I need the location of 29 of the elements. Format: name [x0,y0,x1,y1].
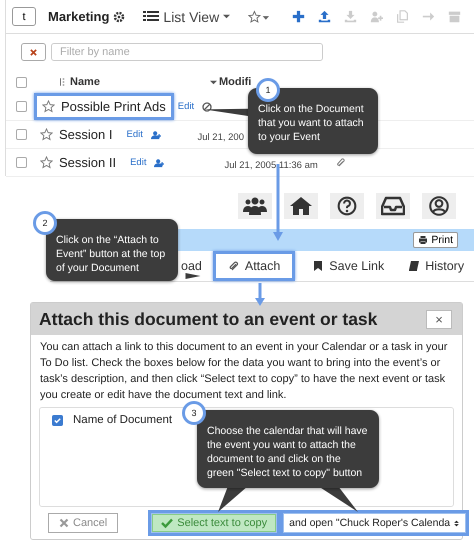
filter-field[interactable]: Filter by name [51,43,323,61]
dialog-description: You can attach a link to this document to an event in your Calendar or a task in your To Do list. Check the boxes below for the data you want to bring into the event’s or task’s description, and then click “Select text to copy” to have the next event or task you create or edit have the document text and link. [40,340,448,403]
step-number: 2 [33,211,57,235]
folder-button[interactable]: t [12,7,36,26]
print-button[interactable]: Print [413,232,458,248]
edit-link[interactable]: Edit [130,157,146,168]
column-header[interactable]: Modifi [218,76,252,88]
document-tab[interactable]: History [401,251,472,281]
document-name-box[interactable]: Possible Print Ads [34,93,174,120]
dialog-title: Attach this document to an event or task [39,308,378,330]
document-tab[interactable]: Attach [212,251,296,281]
modified-date: Jul 21, 2005 11:36 am [224,160,318,171]
folder-name[interactable]: Marketing [48,9,110,24]
close-button[interactable]: × [426,310,452,328]
column-header[interactable]: Name [70,76,100,88]
calendar-select[interactable]: and open "Chuck Roper's Calenda [284,514,466,532]
checkbox-label: Name of Document [73,414,172,426]
modified-date: Jul 21, 200 [198,132,244,143]
document-name-box[interactable]: Session I [32,121,120,148]
document-tab[interactable]: oad [178,251,205,281]
cancel-button[interactable]: Cancel [48,513,118,533]
document-tab[interactable]: Save Link [305,251,392,281]
instruction-callout: Click on the “Attach to Event” button at the top of your Document [46,219,178,281]
step-number: 1 [256,78,280,102]
document-name-box[interactable]: Session II [32,149,124,176]
edit-link[interactable]: Edit [126,129,143,140]
step-number: 3 [182,401,206,425]
view-menu[interactable]: List View [163,8,220,24]
edit-link[interactable]: Edit [178,101,194,112]
